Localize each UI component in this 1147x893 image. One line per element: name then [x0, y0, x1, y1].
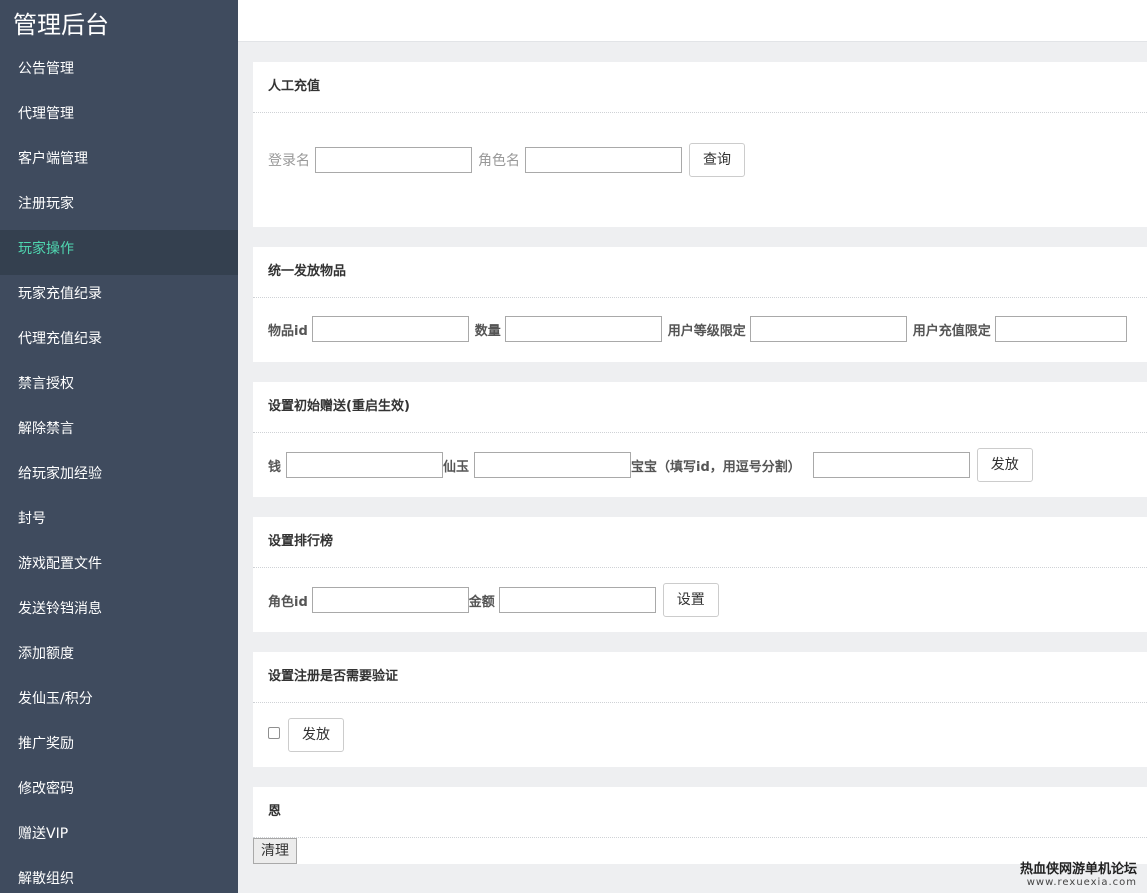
query-button[interactable]: 查询 — [689, 143, 745, 177]
user-level-limit-input[interactable] — [749, 316, 907, 342]
sidebar-item[interactable]: 发送铃铛消息 — [0, 590, 238, 635]
money-label: 钱 — [268, 459, 282, 475]
sidebar-item[interactable]: 添加额度 — [0, 635, 238, 680]
sidebar-item[interactable]: 代理管理 — [0, 95, 238, 140]
sidebar-item[interactable]: 给玩家加经验 — [0, 455, 238, 500]
sidebar-item[interactable]: 游戏配置文件 — [0, 545, 238, 590]
sidebar-item[interactable]: 玩家操作 — [0, 230, 238, 275]
main-content: 人工充值 登录名 角色名 查询 统一发放物品 物品id 数量 用户等级限定 用户… — [253, 62, 1147, 893]
clear-button[interactable]: 清理 — [253, 838, 297, 864]
role-id-input[interactable] — [311, 587, 469, 613]
user-level-limit-label: 用户等级限定 — [667, 323, 746, 339]
panel-register-verify: 设置注册是否需要验证 发放 — [253, 652, 1147, 767]
quantity-label: 数量 — [474, 323, 501, 339]
watermark-title: 热血侠网游单机论坛 — [1019, 862, 1137, 877]
panel-title: 恩 — [253, 787, 1147, 838]
jade-label: 仙玉 — [443, 459, 470, 475]
verify-checkbox[interactable] — [268, 727, 280, 739]
panel-ranking: 设置排行榜 角色id 金额 设置 — [253, 517, 1147, 632]
sidebar: 管理后台 公告管理 代理管理 客户端管理 注册玩家 玩家操作 玩家充值纪录 代理充值纪录 禁言… — [0, 0, 238, 893]
login-name-label: 登录名 — [268, 153, 310, 169]
user-charge-limit-input[interactable] — [994, 316, 1127, 342]
jade-input[interactable] — [474, 452, 632, 478]
site-watermark: 热血侠网游单机论坛 www.rexuexia.com — [1020, 863, 1137, 889]
item-id-input[interactable] — [311, 316, 469, 342]
sidebar-item[interactable]: 代理充值纪录 — [0, 320, 238, 365]
brand-title: 管理后台 — [13, 11, 109, 39]
sidebar-item[interactable]: 解散组织 — [0, 860, 238, 893]
sidebar-item[interactable]: 封号 — [0, 500, 238, 545]
panel-title: 设置注册是否需要验证 — [253, 652, 1147, 703]
send-gift-button[interactable]: 发放 — [976, 448, 1033, 482]
panel-title: 设置排行榜 — [253, 517, 1147, 568]
money-input[interactable] — [286, 452, 444, 478]
amount-label: 金额 — [468, 594, 495, 610]
quantity-input[interactable] — [504, 316, 662, 342]
sidebar-item[interactable]: 禁言授权 — [0, 365, 238, 410]
panel-initial-gift: 设置初始赠送(重启生效) 钱 仙玉 宝宝（填写id，用逗号分割） 发放 — [253, 382, 1147, 497]
panel-title: 人工充值 — [253, 62, 1147, 113]
panel-title: 统一发放物品 — [253, 247, 1147, 298]
pet-label: 宝宝（填写id，用逗号分割） — [631, 459, 801, 475]
sidebar-item[interactable]: 客户端管理 — [0, 140, 238, 185]
sidebar-item[interactable]: 发仙玉/积分 — [0, 680, 238, 725]
role-id-label: 角色id — [268, 594, 308, 610]
pet-input[interactable] — [812, 452, 970, 478]
sidebar-item[interactable]: 修改密码 — [0, 770, 238, 815]
sidebar-nav: 公告管理 代理管理 客户端管理 注册玩家 玩家操作 玩家充值纪录 代理充值纪录 禁言授权 解除禁… — [0, 50, 238, 893]
panel-title: 设置初始赠送(重启生效) — [253, 382, 1147, 433]
sidebar-item[interactable]: 解除禁言 — [0, 410, 238, 455]
panel-distribute-items: 统一发放物品 物品id 数量 用户等级限定 用户充值限定 — [253, 247, 1147, 362]
amount-input[interactable] — [498, 587, 656, 613]
sidebar-item[interactable]: 赠送VIP — [0, 815, 238, 860]
set-ranking-button[interactable]: 设置 — [662, 583, 719, 617]
sidebar-item[interactable]: 玩家充值纪录 — [0, 275, 238, 320]
role-name-label: 角色名 — [478, 153, 520, 169]
sidebar-item[interactable]: 注册玩家 — [0, 185, 238, 230]
item-id-label: 物品id — [268, 323, 308, 339]
user-charge-limit-label: 用户充值限定 — [912, 323, 991, 339]
sidebar-item[interactable]: 公告管理 — [0, 50, 238, 95]
top-bar — [238, 0, 1147, 42]
login-name-input[interactable] — [315, 147, 472, 173]
send-verify-button[interactable]: 发放 — [288, 718, 344, 752]
panel-manual-recharge: 人工充值 登录名 角色名 查询 — [253, 62, 1147, 227]
role-name-input[interactable] — [525, 147, 682, 173]
sidebar-item[interactable]: 推广奖励 — [0, 725, 238, 770]
panel-misc: 恩 清理 — [253, 787, 1147, 864]
watermark-url: www.rexuexia.com — [1026, 877, 1137, 888]
